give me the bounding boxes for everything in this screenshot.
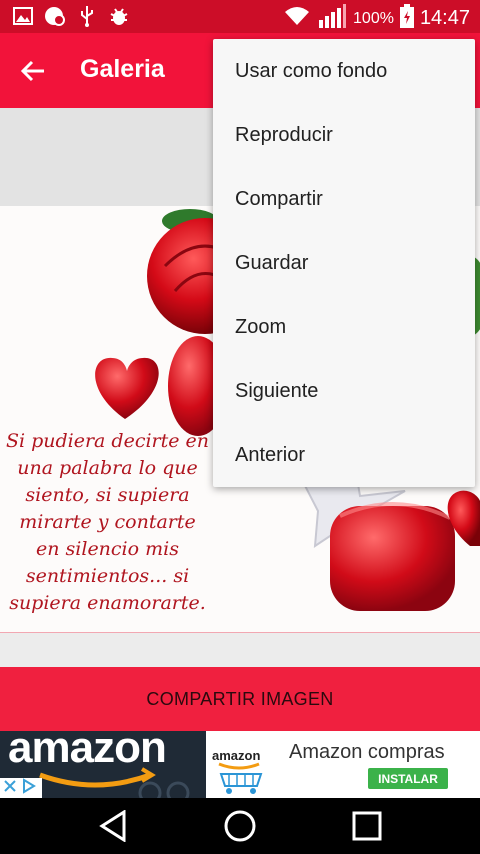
notification-icon xyxy=(44,5,66,27)
battery-percent: 100% xyxy=(353,9,394,27)
poem-text: Si pudiera decirte en una palabra lo que… xyxy=(0,428,215,617)
poem-line: en silencio mis xyxy=(36,538,179,560)
poem-line: una palabra lo que xyxy=(17,457,198,479)
poem-line: siento, si supiera xyxy=(25,484,190,506)
ad-app-icon: amazon xyxy=(207,734,273,796)
menu-item-play[interactable]: Reproducir xyxy=(213,103,475,167)
spacer xyxy=(0,633,480,667)
ad-title: Amazon compras xyxy=(289,741,445,763)
ad-banner[interactable]: amazon amazon Amazon compras INSTALAR xyxy=(0,731,480,798)
arrow-back-icon[interactable] xyxy=(18,55,50,87)
screen: 100% 14:47 Galeria Si pudiera decirte en… xyxy=(0,0,480,854)
debug-icon xyxy=(108,5,130,27)
battery-icon xyxy=(399,4,414,33)
poem-line: Si pudiera decirte en xyxy=(5,430,210,452)
menu-item-previous[interactable]: Anterior xyxy=(213,423,475,487)
poem-line: mirarte y contarte xyxy=(19,511,196,533)
install-button[interactable]: INSTALAR xyxy=(368,768,448,789)
gallery-icon xyxy=(12,5,34,27)
navigation-bar xyxy=(0,798,480,854)
share-image-button[interactable]: COMPARTIR IMAGEN xyxy=(0,667,480,731)
poem-line: sentimientos... si xyxy=(25,565,190,587)
menu-item-save[interactable]: Guardar xyxy=(213,231,475,295)
signal-icon xyxy=(317,4,347,33)
menu-item-next[interactable]: Siguiente xyxy=(213,359,475,423)
menu-item-set-wallpaper[interactable]: Usar como fondo xyxy=(213,39,475,103)
menu-item-zoom[interactable]: Zoom xyxy=(213,295,475,359)
wifi-icon xyxy=(283,5,311,32)
status-bar: 100% 14:47 xyxy=(0,0,480,33)
recents-nav-icon[interactable] xyxy=(347,806,387,846)
clock: 14:47 xyxy=(419,7,470,29)
menu-item-share[interactable]: Compartir xyxy=(213,167,475,231)
overflow-menu: Usar como fondo Reproducir Compartir Gua… xyxy=(213,39,475,487)
close-icon[interactable] xyxy=(3,779,17,798)
page-title: Galeria xyxy=(80,55,165,83)
cart-icon xyxy=(218,762,263,794)
ad-choices[interactable] xyxy=(0,777,42,799)
usb-icon xyxy=(76,5,98,27)
home-nav-icon[interactable] xyxy=(220,806,260,846)
poem-line: supiera enamorarte. xyxy=(9,592,206,614)
ad-choices-icon[interactable] xyxy=(21,777,37,799)
back-nav-icon[interactable] xyxy=(93,806,133,846)
